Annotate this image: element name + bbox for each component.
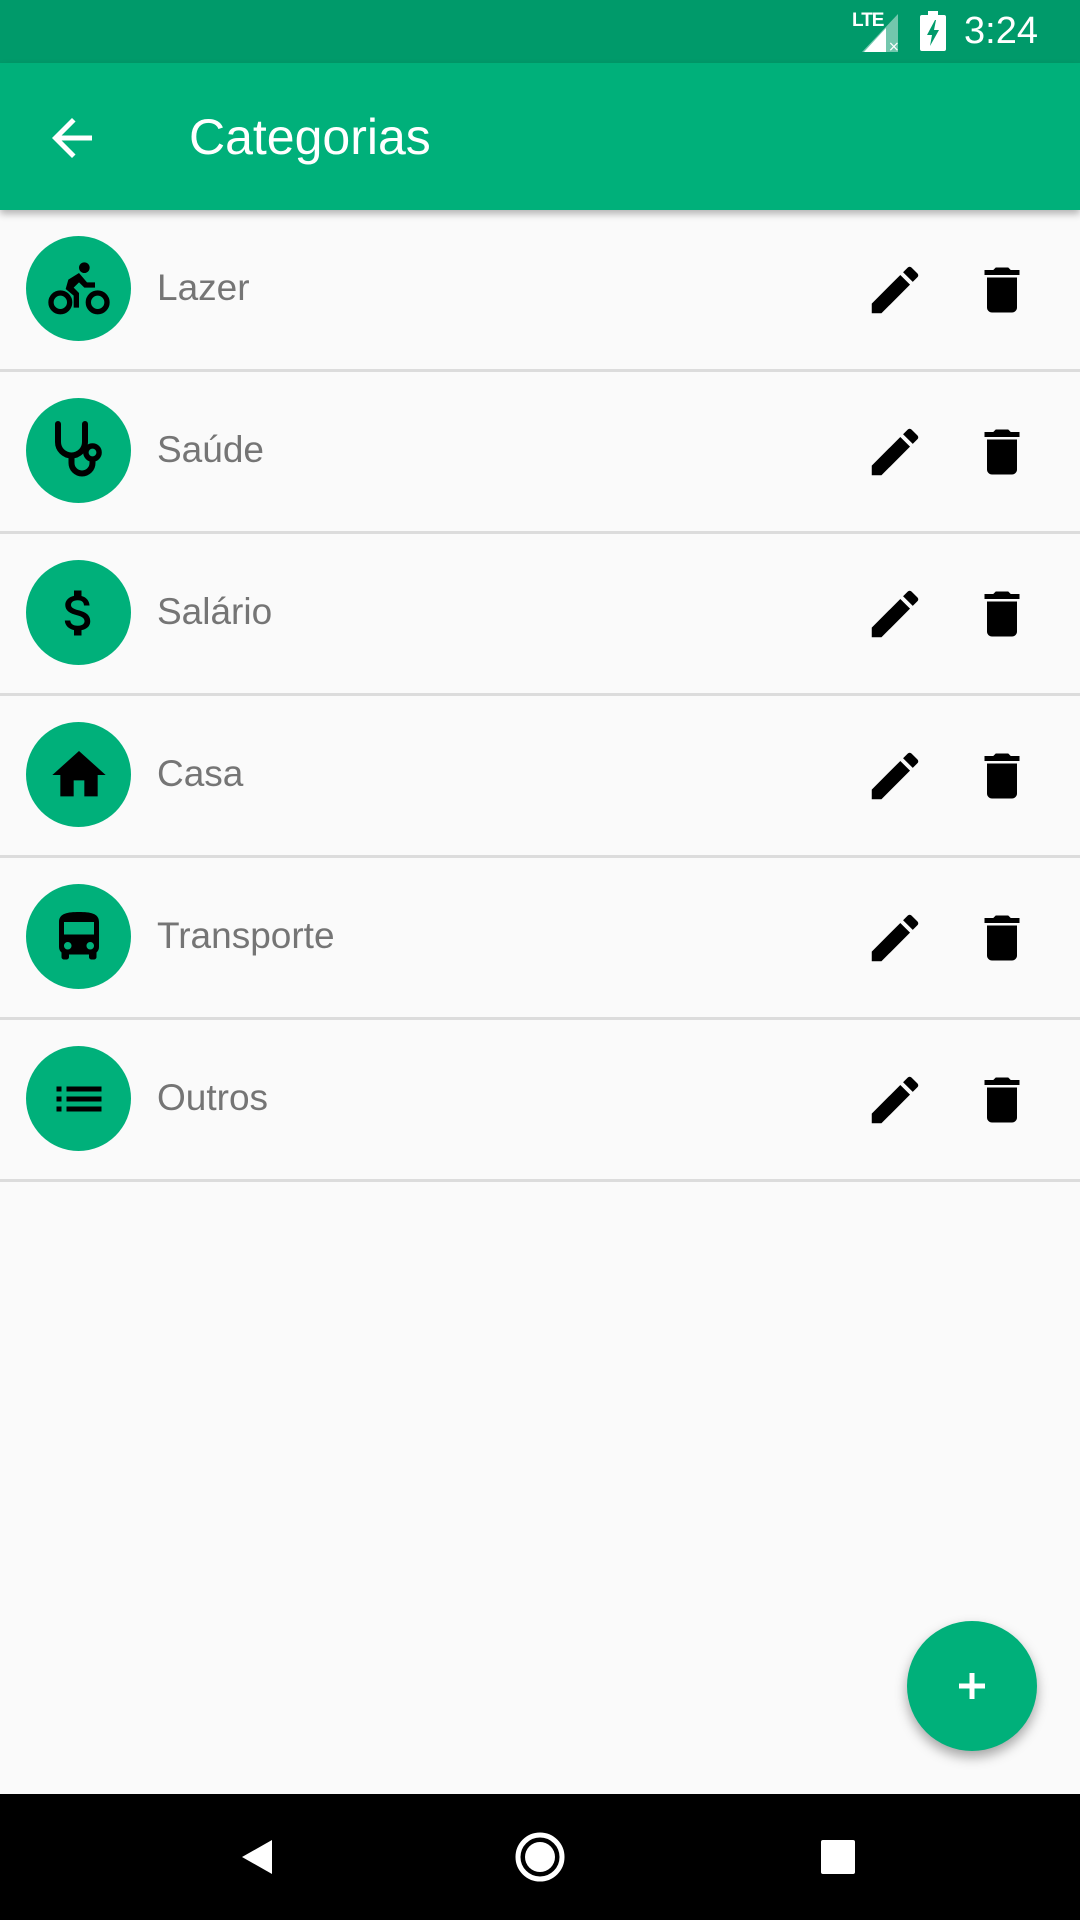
edit-icon[interactable] (864, 745, 926, 807)
navigation-bar (0, 1794, 1080, 1920)
delete-icon[interactable] (972, 907, 1032, 969)
nav-back-icon[interactable] (220, 1822, 290, 1892)
delete-icon[interactable] (972, 259, 1032, 321)
home-icon (51, 750, 106, 796)
app-bar: Categorias (0, 63, 1080, 210)
add-category-button[interactable] (907, 1621, 1037, 1751)
category-name: Transporte (157, 915, 335, 956)
edit-icon[interactable] (864, 259, 926, 321)
list-item[interactable]: Salário (0, 534, 1080, 696)
list-item[interactable]: Transporte (0, 858, 1080, 1020)
category-list: Lazer Saúde Salário Casa Transporte Outr… (0, 210, 1080, 1182)
bus-icon (58, 911, 99, 959)
arrow-back-icon[interactable] (42, 108, 102, 168)
category-avatar (26, 236, 131, 341)
category-avatar (26, 560, 131, 665)
delete-icon[interactable] (972, 1069, 1032, 1131)
list-icon (56, 1086, 101, 1111)
delete-icon[interactable] (972, 745, 1032, 807)
list-item[interactable]: Outros (0, 1020, 1080, 1182)
category-name: Outros (157, 1077, 269, 1118)
category-name: Saúde (157, 429, 264, 470)
delete-icon[interactable] (972, 583, 1032, 645)
edit-icon[interactable] (864, 1069, 926, 1131)
page-title: Categorias (189, 109, 431, 165)
category-avatar (26, 398, 131, 503)
nav-home-icon[interactable] (505, 1822, 575, 1892)
edit-icon[interactable] (864, 907, 926, 969)
edit-icon[interactable] (864, 421, 926, 483)
clock: 3:24 (964, 10, 1038, 52)
category-name: Casa (157, 753, 244, 794)
category-avatar (26, 884, 131, 989)
status-bar: LTE × 3:24 (0, 0, 1080, 63)
category-name: Salário (157, 591, 273, 632)
delete-icon[interactable] (972, 421, 1032, 483)
dollar-icon (64, 590, 90, 635)
category-avatar (26, 722, 131, 827)
category-name: Lazer (157, 267, 250, 308)
edit-icon[interactable] (864, 583, 926, 645)
battery-charging-icon (920, 11, 946, 51)
signal-icon: × (862, 14, 900, 52)
bike-icon (47, 261, 110, 314)
nav-recents-icon[interactable] (803, 1822, 873, 1892)
list-item[interactable]: Lazer (0, 210, 1080, 372)
plus-icon (959, 1673, 985, 1699)
category-avatar (26, 1046, 131, 1151)
svg-text:×: × (888, 39, 900, 52)
stethoscope-icon (54, 420, 102, 476)
list-item[interactable]: Saúde (0, 372, 1080, 534)
list-item[interactable]: Casa (0, 696, 1080, 858)
